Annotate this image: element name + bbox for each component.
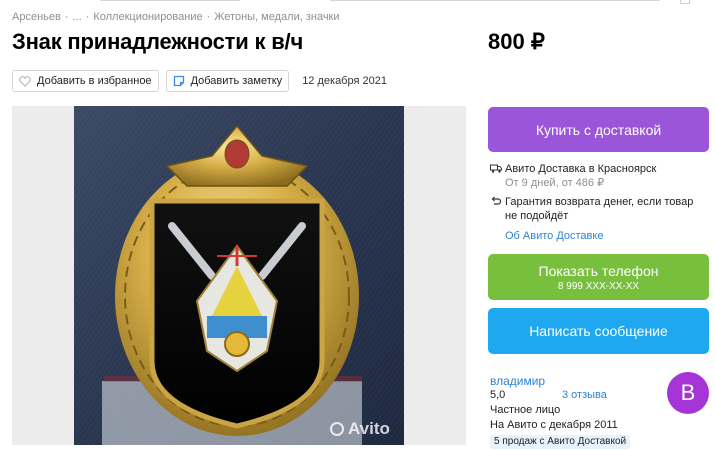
- top-divider: [330, 0, 660, 1]
- seller-name[interactable]: владимир: [490, 374, 545, 388]
- breadcrumb-separator: ·: [206, 11, 211, 23]
- add-note-button[interactable]: Добавить заметку: [165, 70, 290, 92]
- listing-date: 12 декабря 2021: [302, 75, 387, 87]
- breadcrumb-item-subcategory[interactable]: Жетоны, медали, значки: [214, 11, 339, 23]
- guarantee-line-2: не подойдёт: [505, 210, 569, 222]
- delivery-title: Авито Доставка в Красноярск: [505, 163, 657, 175]
- breadcrumb-item-city[interactable]: Арсеньев: [12, 11, 61, 23]
- write-message-button[interactable]: Написать сообщение: [488, 308, 709, 354]
- truck-icon: [490, 162, 502, 174]
- top-divider: [100, 0, 240, 1]
- seller-type: Частное лицо: [490, 404, 561, 416]
- breadcrumb-item-ellipsis[interactable]: ...: [73, 11, 82, 23]
- avatar[interactable]: В: [667, 372, 709, 414]
- heart-icon: [19, 75, 31, 87]
- guarantee-info: Гарантия возврата денег, если товар не п…: [490, 195, 693, 223]
- show-phone-button[interactable]: Показать телефон 8 999 XXX-XX-XX: [488, 254, 709, 300]
- seller-rating: 5,0: [490, 389, 506, 401]
- seller-reviews-link[interactable]: 3 отзыва: [562, 389, 607, 401]
- photo-gallery[interactable]: Avito: [12, 106, 466, 445]
- seller-since: На Авито с декабря 2011: [490, 419, 618, 431]
- add-favorite-label: Добавить в избранное: [37, 75, 152, 87]
- close-icon[interactable]: [680, 0, 690, 4]
- page-title: Знак принадлежности к в/ч: [12, 29, 304, 54]
- badge-photo: [12, 106, 466, 445]
- about-delivery-link[interactable]: Об Авито Доставке: [505, 230, 603, 242]
- breadcrumb-separator: ·: [64, 11, 69, 23]
- return-icon: [490, 195, 502, 207]
- breadcrumb-item-category[interactable]: Коллекционирование: [93, 11, 202, 23]
- listing-actions: Добавить в избранное Добавить заметку 12…: [12, 70, 387, 92]
- add-favorite-button[interactable]: Добавить в избранное: [12, 70, 159, 92]
- note-icon: [173, 75, 185, 87]
- avito-watermark: Avito: [330, 419, 390, 439]
- delivery-info: Авито Доставка в Красноярск От 9 дней, о…: [490, 162, 656, 190]
- show-phone-label: Показать телефон: [538, 262, 659, 279]
- buy-with-delivery-button[interactable]: Купить с доставкой: [488, 107, 709, 152]
- breadcrumb-separator: ·: [85, 11, 90, 23]
- breadcrumb: Арсеньев ·... · Коллекционирование · Жетоны, …: [12, 11, 340, 23]
- add-note-label: Добавить заметку: [190, 75, 283, 87]
- delivery-subtitle: От 9 дней, от 486 ₽: [505, 177, 605, 189]
- delivery-sales-badge: 5 продаж с Авито Доставкой: [490, 435, 631, 449]
- guarantee-line-1: Гарантия возврата денег, если товар: [505, 196, 694, 208]
- browser-top-edge: [0, 0, 715, 8]
- phone-number-masked: 8 999 XXX-XX-XX: [557, 280, 640, 292]
- watermark-text: Avito: [348, 419, 390, 438]
- avito-logo-icon: [330, 422, 344, 436]
- price: 800 ₽: [488, 29, 545, 54]
